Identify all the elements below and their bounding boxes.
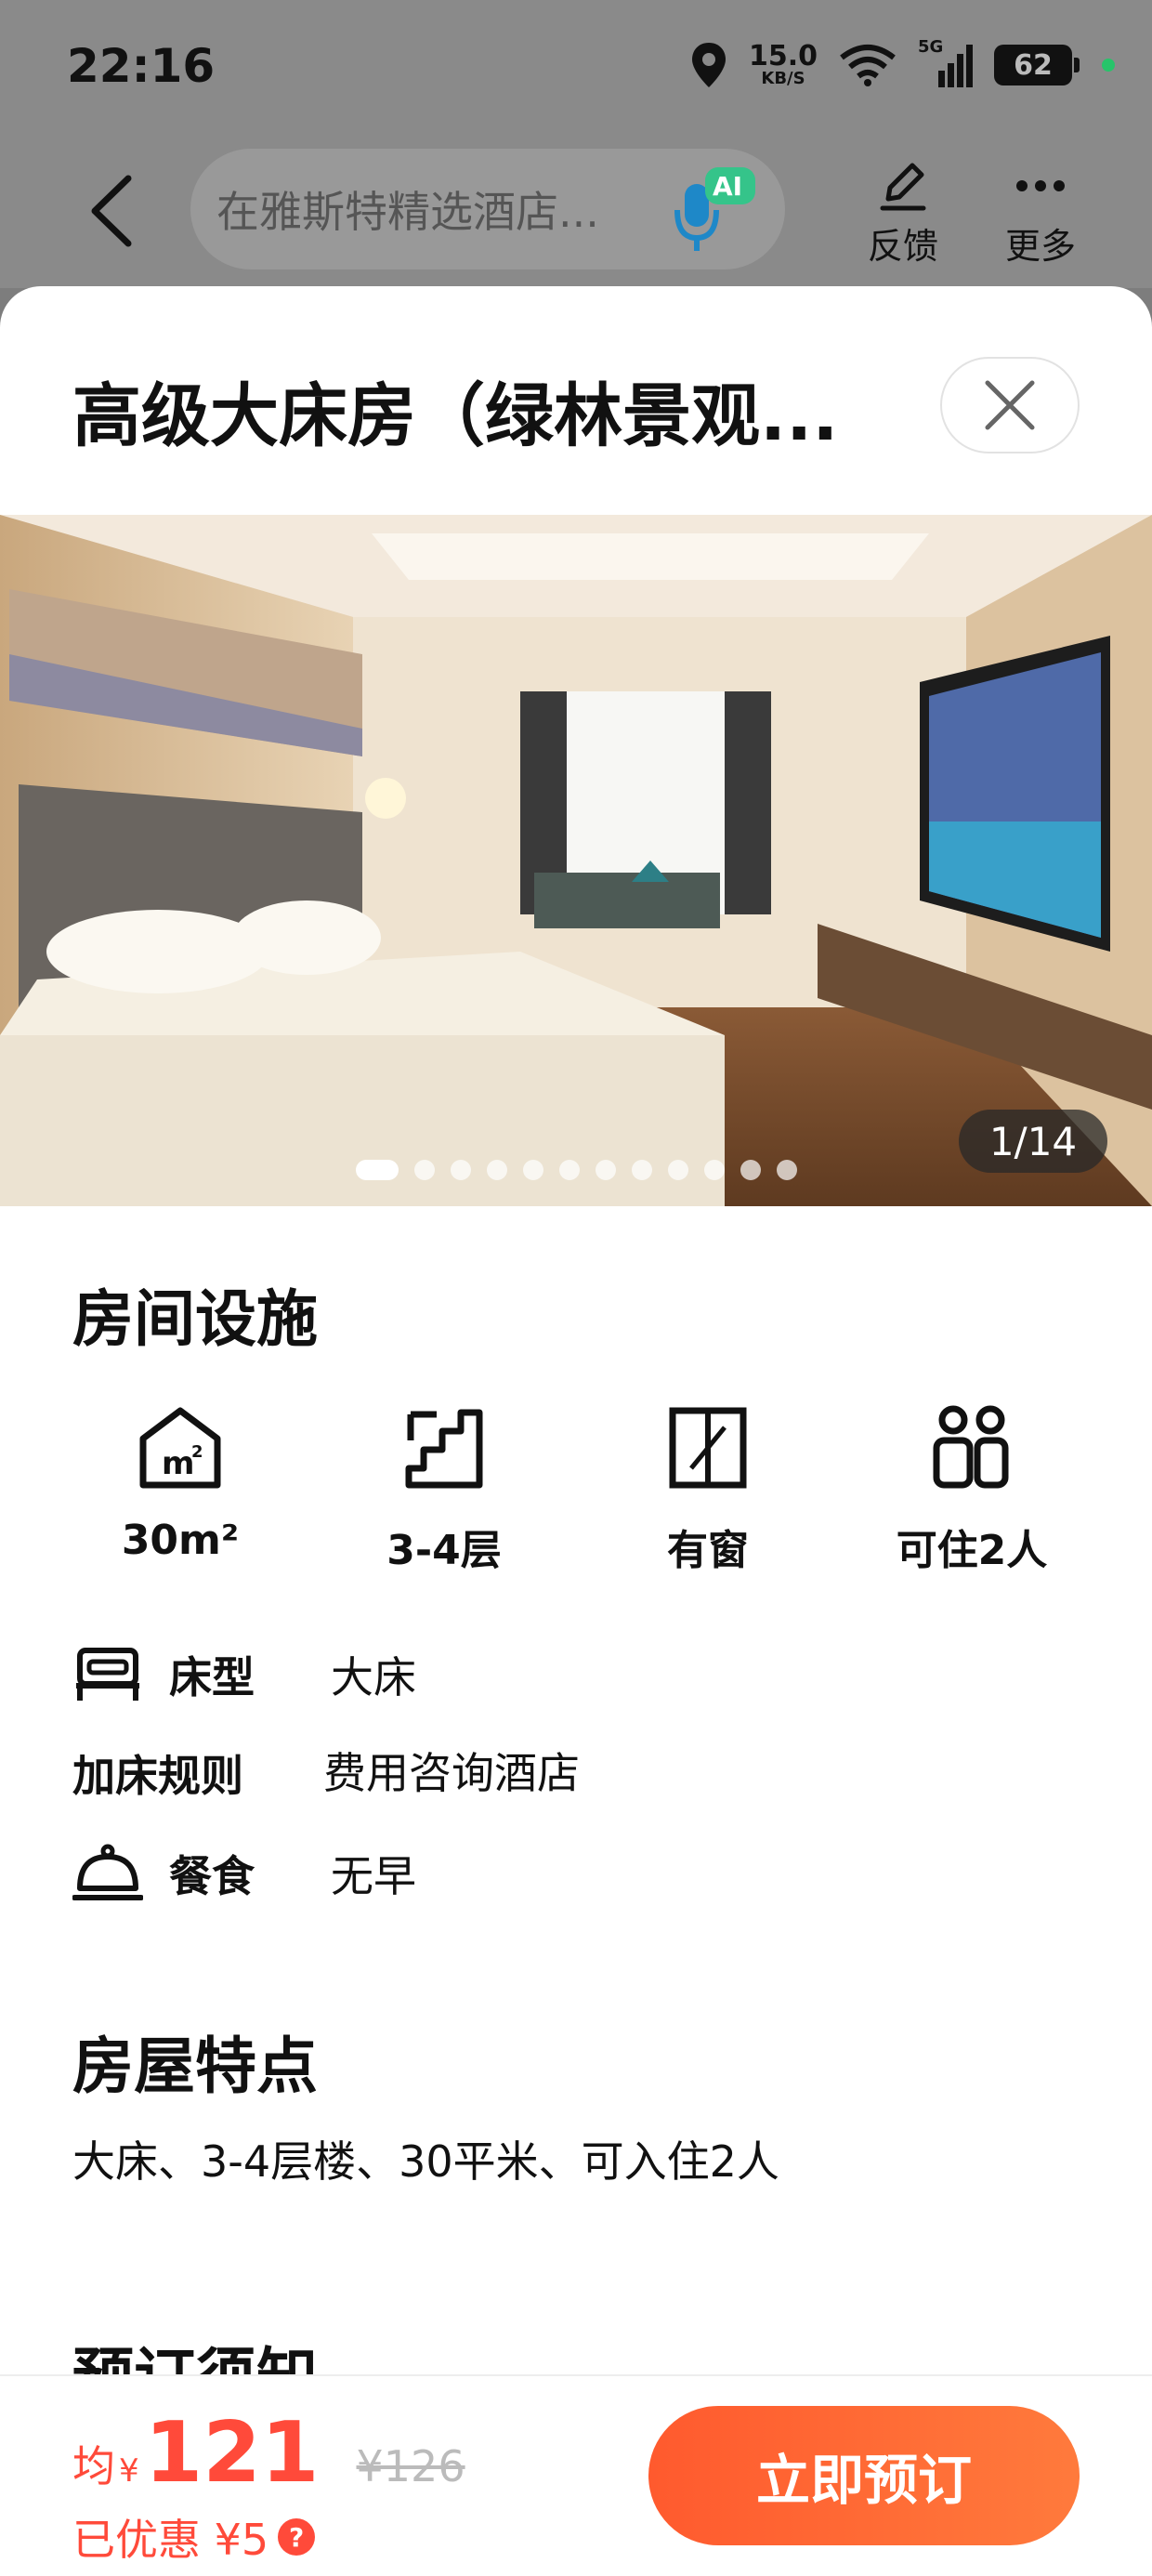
carousel-dot: [559, 1160, 580, 1180]
net-speed: 15.0 KB/S: [748, 40, 818, 88]
facility-guests: 可住2人: [870, 1403, 1074, 1576]
guests-icon: [933, 1405, 1009, 1489]
ai-voice-button[interactable]: AI: [668, 162, 761, 255]
feedback-label: 反馈: [867, 226, 938, 267]
svg-text:2: 2: [191, 1442, 203, 1462]
carousel-dot: [451, 1160, 471, 1180]
features-title: 房屋特点: [72, 2031, 318, 2102]
carousel-dot: [523, 1160, 543, 1180]
photo-counter: 1/14: [959, 1110, 1107, 1173]
extra-bed-value: 费用咨询酒店: [323, 1748, 580, 1798]
discount-text: 已优惠 ¥5: [72, 2515, 269, 2565]
facilities-title: 房间设施: [72, 1283, 318, 1355]
room-photo: [0, 515, 1152, 1206]
window-icon: [669, 1407, 747, 1489]
chevron-left-icon: [91, 175, 132, 247]
carousel-dot: [632, 1160, 652, 1180]
help-icon[interactable]: ?: [278, 2518, 316, 2556]
more-icon: [1016, 180, 1065, 191]
price-line: 均 ¥ 121 ¥126: [72, 2404, 465, 2502]
carousel-dot: [414, 1160, 435, 1180]
signal-icon: 5G: [918, 37, 974, 89]
bed-type-label: 床型: [169, 1652, 255, 1702]
room-detail-sheet: 高级大床房（绿林景观... 1/14 房间设施 m 2 30m² 3-4层 有窗…: [0, 286, 1152, 2576]
bed-type-value: 大床: [331, 1652, 416, 1702]
facility-window-label: 有窗: [667, 1527, 749, 1574]
battery-icon: 62: [994, 45, 1080, 85]
book-now-button[interactable]: 立即预订: [648, 2406, 1080, 2545]
search-placeholder: 在雅斯特精选酒店...: [216, 187, 599, 237]
original-price: ¥126: [356, 2441, 465, 2491]
meal-row: 餐食 无早: [72, 1836, 1094, 1911]
carousel-dot: [596, 1160, 616, 1180]
meal-cloche-icon: [72, 1844, 143, 1900]
room-photo-carousel[interactable]: 1/14: [0, 515, 1152, 1206]
close-button[interactable]: [940, 357, 1080, 453]
status-time: 22:16: [67, 39, 216, 93]
carousel-dot-active: [356, 1160, 399, 1180]
features-text: 大床、3-4层楼、30平米、可入住2人: [72, 2136, 779, 2187]
carousel-dot: [668, 1160, 688, 1180]
currency-symbol: ¥: [119, 2452, 139, 2490]
room-title: 高级大床房（绿林景观...: [72, 376, 839, 456]
carousel-dot: [704, 1160, 725, 1180]
search-input[interactable]: 在雅斯特精选酒店... AI: [190, 149, 785, 269]
facility-floor-label: 3-4层: [386, 1527, 502, 1574]
discount-info[interactable]: 已优惠 ¥5 ?: [72, 2506, 316, 2568]
nav-bar: 在雅斯特精选酒店... AI 反馈 更多: [0, 139, 1152, 288]
privacy-indicator-dot: [1102, 59, 1115, 72]
more-label: 更多: [1004, 226, 1076, 267]
wifi-icon: [840, 45, 896, 86]
extra-bed-label: 加床规则: [72, 1751, 243, 1801]
meal-label: 餐食: [169, 1851, 255, 1901]
facility-window: 有窗: [606, 1403, 810, 1576]
feedback-button[interactable]: 反馈: [847, 158, 959, 269]
location-icon: [691, 43, 726, 87]
facility-area: m 2 30m²: [78, 1403, 282, 1564]
facility-area-label: 30m²: [121, 1517, 240, 1564]
facility-guests-label: 可住2人: [896, 1527, 1048, 1574]
edit-icon: [880, 163, 926, 211]
bed-type-row: 床型 大床: [72, 1637, 1094, 1712]
close-icon: [985, 380, 1035, 430]
area-icon: m 2: [139, 1407, 221, 1489]
svg-text:m: m: [162, 1445, 194, 1482]
meal-value: 无早: [331, 1851, 416, 1901]
booking-bar: 均 ¥ 121 ¥126 已优惠 ¥5 ? 立即预订: [0, 2374, 1152, 2576]
price-prefix: 均: [72, 2441, 115, 2491]
back-button[interactable]: [74, 169, 149, 253]
carousel-dot: [740, 1160, 761, 1180]
extra-bed-row: 加床规则 费用咨询酒店: [72, 1736, 1094, 1810]
carousel-dots: [356, 1160, 797, 1180]
facility-floor: 3-4层: [342, 1403, 546, 1576]
stairs-icon: [405, 1409, 483, 1489]
price-value: 121: [144, 2404, 320, 2502]
more-button[interactable]: 更多: [985, 158, 1096, 269]
status-bar: 22:16 15.0 KB/S 5G 62: [0, 0, 1152, 139]
status-icons: 15.0 KB/S 5G 62: [689, 37, 1115, 93]
bed-icon: [76, 1648, 139, 1701]
carousel-dot: [487, 1160, 507, 1180]
carousel-dot: [777, 1160, 797, 1180]
ai-badge: AI: [713, 171, 743, 202]
